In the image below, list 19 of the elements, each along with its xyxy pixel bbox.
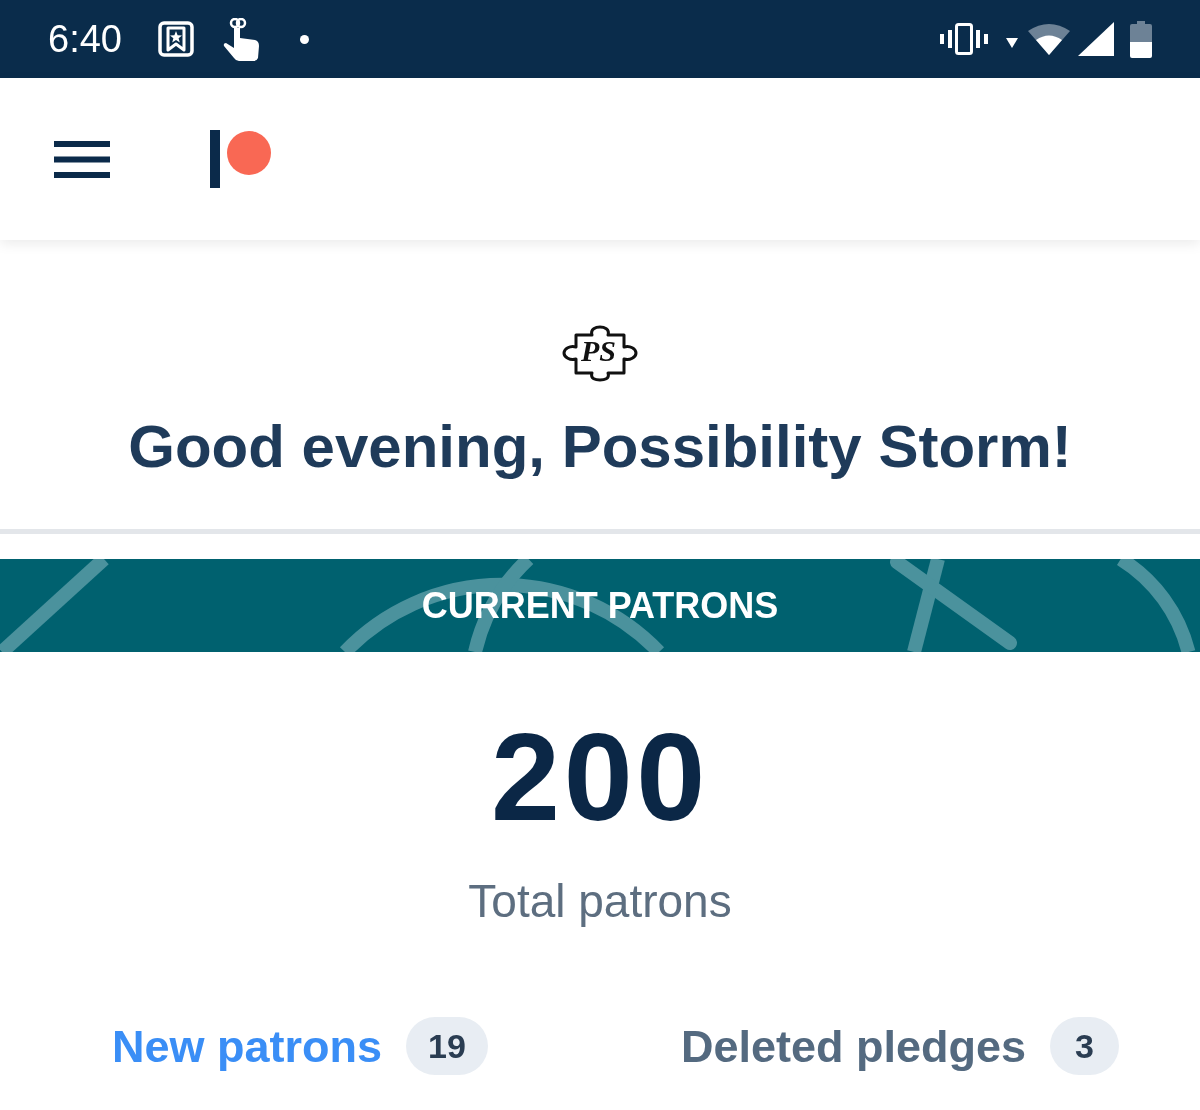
count-badge: 19 bbox=[406, 1017, 488, 1075]
menu-icon bbox=[54, 140, 110, 178]
avatar-initials: PS bbox=[581, 336, 616, 366]
count-badge: 3 bbox=[1050, 1017, 1120, 1075]
menu-button[interactable] bbox=[54, 140, 110, 178]
greeting-title: Good evening, Possibility Storm! bbox=[128, 412, 1072, 482]
banner-title: CURRENT PATRONS bbox=[421, 587, 779, 624]
logo-icon[interactable] bbox=[210, 130, 272, 188]
dot-icon bbox=[299, 34, 309, 44]
signal-icon bbox=[1078, 22, 1114, 56]
vibrate-icon bbox=[940, 23, 988, 55]
wifi-icon bbox=[1028, 23, 1070, 55]
patron-count: 200 bbox=[490, 715, 710, 839]
battery-icon bbox=[1130, 20, 1152, 58]
puzzle-piece-icon bbox=[562, 325, 638, 382]
clock-time: 6:40 bbox=[48, 20, 122, 58]
caret-down-icon bbox=[1006, 38, 1018, 48]
tab-link[interactable]: New patrons bbox=[112, 1023, 383, 1069]
tab-link[interactable]: Deleted pledges bbox=[680, 1023, 1027, 1069]
